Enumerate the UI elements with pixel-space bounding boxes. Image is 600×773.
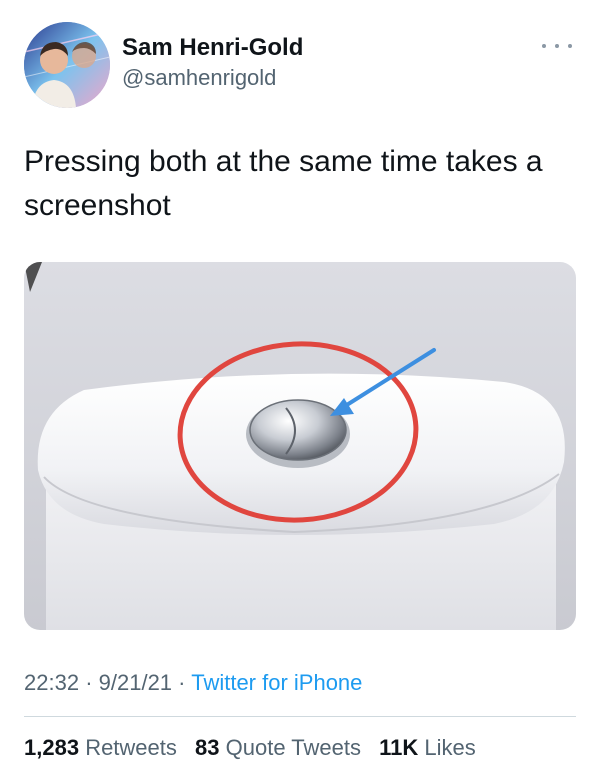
- tweet-meta: 22:32 · 9/21/21 · Twitter for iPhone: [24, 668, 362, 698]
- retweets-label: Retweets: [85, 735, 177, 760]
- tweet-text: Pressing both at the same time takes a s…: [24, 145, 543, 222]
- retweets-count: 1,283: [24, 735, 80, 760]
- more-dot: [542, 44, 546, 48]
- quote-tweets-label: Quote Tweets: [225, 735, 361, 760]
- meta-separator: ·: [85, 670, 93, 695]
- quote-tweets-count: 83: [195, 735, 220, 760]
- tweet-time[interactable]: 22:32: [24, 670, 79, 695]
- likes-label: Likes: [424, 735, 476, 760]
- tweet-date[interactable]: 9/21/21: [99, 670, 172, 695]
- tweet-stats: 1,283 Retweets 83 Quote Tweets 11K Likes: [24, 733, 488, 763]
- tweet-media-image[interactable]: [24, 262, 576, 630]
- author-handle[interactable]: @samhenrigold: [122, 64, 303, 92]
- more-icon[interactable]: [542, 38, 572, 54]
- divider: [24, 716, 576, 717]
- quote-tweets-stat[interactable]: 83 Quote Tweets: [195, 735, 361, 760]
- retweets-stat[interactable]: 1,283 Retweets: [24, 735, 177, 760]
- avatar[interactable]: [24, 22, 110, 108]
- likes-stat[interactable]: 11K Likes: [379, 735, 476, 760]
- tweet: Sam Henri-Gold @samhenrigold Pressing bo…: [0, 0, 600, 773]
- more-dot: [555, 44, 559, 48]
- avatar-photo: [24, 22, 110, 108]
- likes-count: 11K: [379, 735, 419, 760]
- tweet-source-link[interactable]: Twitter for iPhone: [191, 670, 362, 695]
- author-block: Sam Henri-Gold @samhenrigold: [122, 34, 303, 92]
- toilet-photo: [24, 262, 576, 630]
- author-display-name[interactable]: Sam Henri-Gold: [122, 34, 303, 62]
- meta-separator: ·: [178, 670, 186, 695]
- more-dot: [568, 44, 572, 48]
